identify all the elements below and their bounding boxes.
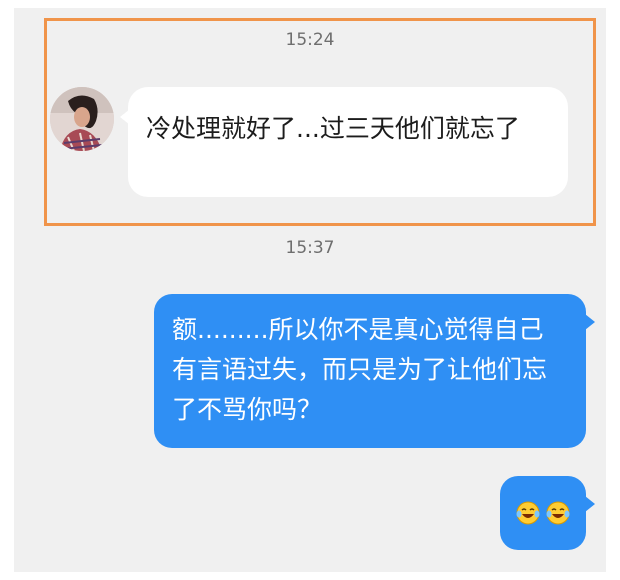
laughing-tears-icon [516, 501, 540, 525]
outgoing-message-text: 额.........所以你不是真心觉得自己有言语过失，而只是为了让他们忘了不骂你… [172, 315, 548, 424]
contact-avatar[interactable] [50, 87, 114, 151]
incoming-message-bubble[interactable]: 冷处理就好了...过三天他们就忘了 [120, 87, 568, 197]
laughing-tears-icon [546, 501, 570, 525]
outgoing-message-bubble[interactable]: 额.........所以你不是真心觉得自己有言语过失，而只是为了让他们忘了不骂你… [154, 294, 595, 448]
incoming-message-text: 冷处理就好了...过三天他们就忘了 [146, 114, 520, 143]
message-timestamp: 15:37 [285, 238, 335, 258]
outgoing-emoji-bubble[interactable] [500, 476, 595, 550]
chat-area: 15:24 冷处理就好了...过三天他们就忘了 15:37 额.........… [14, 8, 606, 572]
avatar-photo-icon [50, 87, 114, 151]
